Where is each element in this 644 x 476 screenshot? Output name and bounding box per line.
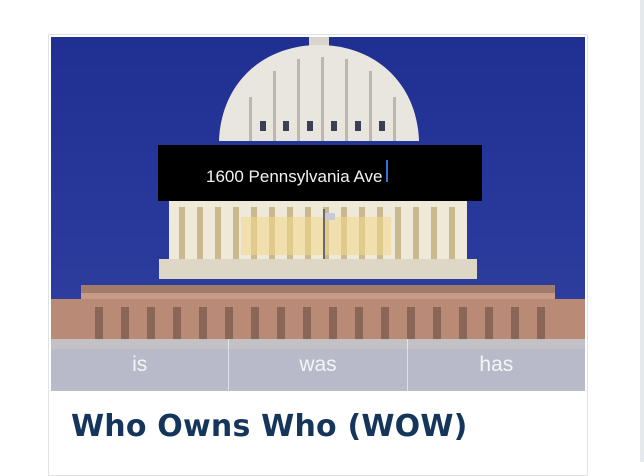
address-search-value[interactable]: 1600 Pennsylvania Ave (206, 159, 389, 187)
keyboard-suggestion-bar: is was has (51, 339, 585, 391)
project-card[interactable]: 1600 Pennsylvania Ave is was has Who Own… (48, 34, 588, 476)
capitol-illustration (51, 37, 585, 349)
adjacent-card-edge (640, 0, 644, 462)
suggestion-is[interactable]: is (51, 339, 230, 391)
address-search-field[interactable]: 1600 Pennsylvania Ave (158, 145, 482, 201)
text-caret (386, 159, 389, 182)
suggestion-was[interactable]: was (229, 339, 408, 391)
card-title[interactable]: Who Owns Who (WOW) (71, 409, 468, 444)
capitol-photo: 1600 Pennsylvania Ave is was has (51, 37, 585, 391)
suggestion-has[interactable]: has (408, 339, 585, 391)
